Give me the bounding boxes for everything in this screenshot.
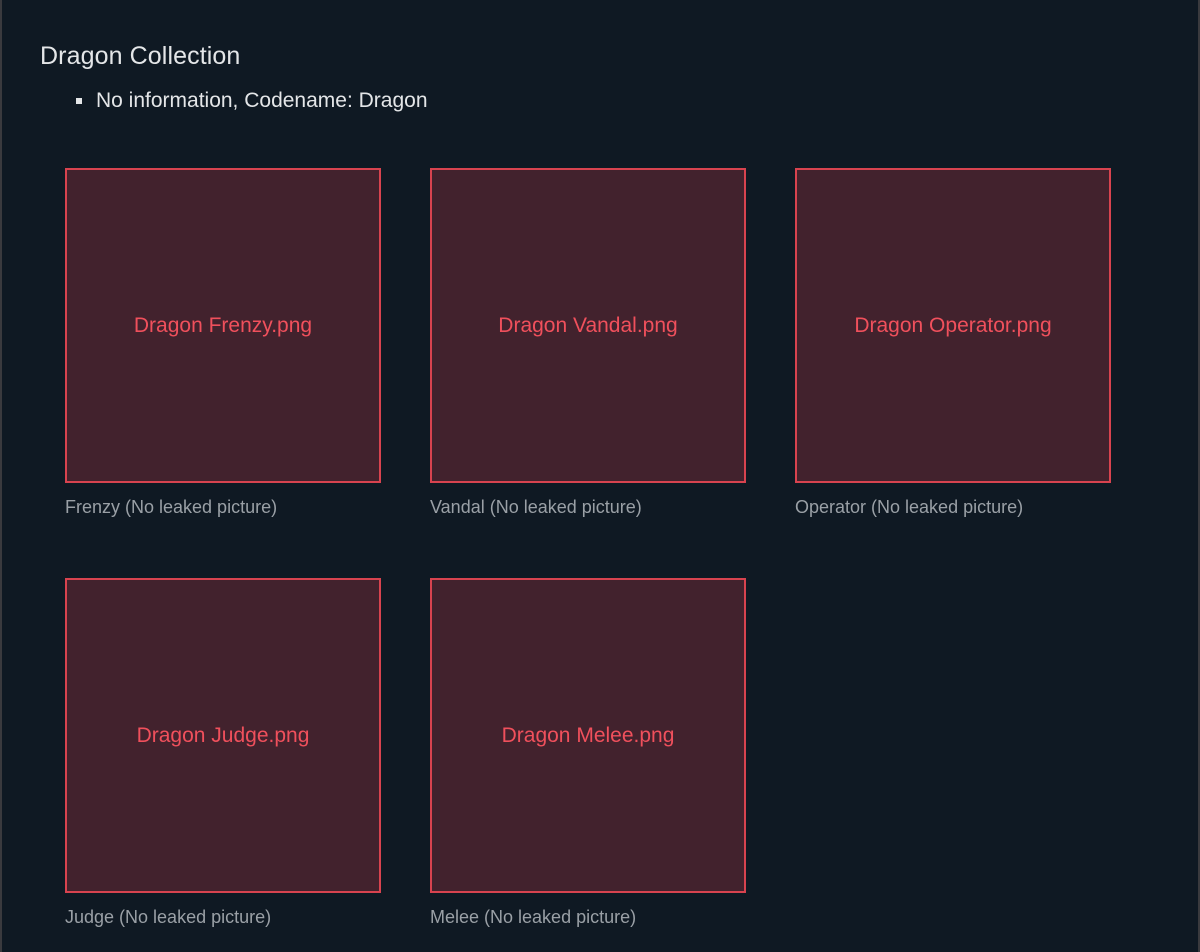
info-text: No information, Codename: Dragon xyxy=(96,89,428,112)
image-placeholder-operator[interactable]: Dragon Operator.png xyxy=(795,168,1111,483)
image-placeholder-melee[interactable]: Dragon Melee.png xyxy=(430,578,746,893)
square-bullet-icon xyxy=(76,98,82,104)
page-frame: Dragon Collection No information, Codena… xyxy=(0,0,1200,952)
info-list: No information, Codename: Dragon xyxy=(76,88,428,114)
image-placeholder-judge[interactable]: Dragon Judge.png xyxy=(65,578,381,893)
info-list-item: No information, Codename: Dragon xyxy=(76,88,428,114)
card-vandal: Dragon Vandal.png Vandal (No leaked pict… xyxy=(430,168,746,518)
card-caption: Frenzy (No leaked picture) xyxy=(65,497,278,517)
image-filename: Dragon Judge.png xyxy=(136,723,310,747)
card-caption: Vandal (No leaked picture) xyxy=(430,497,642,517)
card-melee: Dragon Melee.png Melee (No leaked pictur… xyxy=(430,578,746,928)
image-filename: Dragon Melee.png xyxy=(501,723,675,747)
card-caption: Melee (No leaked picture) xyxy=(430,907,637,927)
card-judge: Dragon Judge.png Judge (No leaked pictur… xyxy=(65,578,381,928)
card-frenzy: Dragon Frenzy.png Frenzy (No leaked pict… xyxy=(65,168,381,518)
card-caption: Judge (No leaked picture) xyxy=(65,907,272,927)
section-title: Dragon Collection xyxy=(40,42,241,70)
image-placeholder-frenzy[interactable]: Dragon Frenzy.png xyxy=(65,168,381,483)
card-operator: Dragon Operator.png Operator (No leaked … xyxy=(795,168,1111,518)
image-filename: Dragon Operator.png xyxy=(854,313,1052,337)
image-filename: Dragon Vandal.png xyxy=(498,313,678,337)
card-caption: Operator (No leaked picture) xyxy=(795,497,1024,517)
image-placeholder-vandal[interactable]: Dragon Vandal.png xyxy=(430,168,746,483)
image-filename: Dragon Frenzy.png xyxy=(133,313,313,337)
